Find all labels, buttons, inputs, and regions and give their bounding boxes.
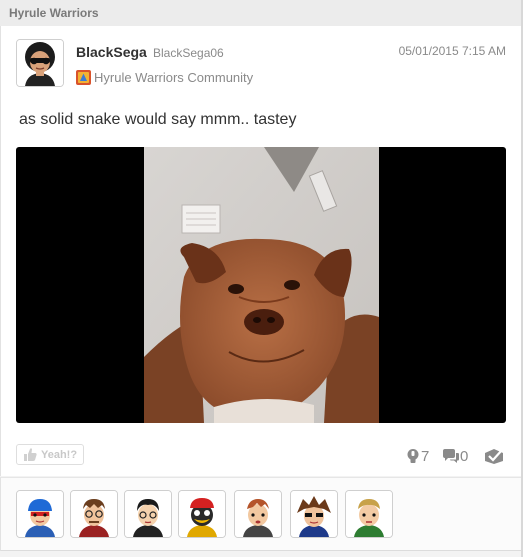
yeah-givers-strip bbox=[0, 477, 522, 551]
yeah-giver-avatar[interactable] bbox=[290, 490, 338, 538]
spoiler-toggle[interactable] bbox=[483, 447, 505, 465]
speech-bubble-icon bbox=[443, 449, 459, 463]
comment-count[interactable]: 0 bbox=[442, 447, 468, 465]
mii-avatar-icon bbox=[17, 40, 63, 86]
mii-avatar-icon bbox=[235, 491, 281, 537]
post-timestamp[interactable]: 05/01/2015 7:15 AM bbox=[399, 44, 506, 58]
yeah-button-label: Yeah!? bbox=[41, 448, 78, 461]
hand-icon bbox=[407, 449, 419, 463]
community-icon bbox=[76, 69, 91, 85]
post-screenshot[interactable] bbox=[16, 147, 506, 423]
yeah-giver-avatar[interactable] bbox=[178, 490, 226, 538]
community-name: Hyrule Warriors Community bbox=[94, 69, 254, 85]
community-link[interactable]: Hyrule Warriors Community bbox=[76, 68, 253, 86]
mii-avatar-icon bbox=[179, 491, 225, 537]
mii-avatar-icon bbox=[125, 491, 171, 537]
yeah-count-value: 7 bbox=[421, 447, 430, 465]
yeah-giver-avatar[interactable] bbox=[70, 490, 118, 538]
header-title[interactable]: Hyrule Warriors bbox=[9, 6, 99, 20]
mii-avatar-icon bbox=[291, 491, 337, 537]
yeah-count[interactable]: 7 bbox=[405, 447, 429, 465]
yeah-button[interactable]: Yeah!? bbox=[16, 444, 85, 465]
mii-avatar-icon bbox=[346, 491, 392, 537]
yeah-giver-avatar[interactable] bbox=[345, 490, 393, 538]
check-box-icon bbox=[485, 449, 503, 464]
post-card: BlackSega BlackSega06 05/01/2015 7:15 AM… bbox=[0, 26, 522, 476]
yeah-giver-avatar[interactable] bbox=[16, 490, 64, 538]
yeah-giver-avatar[interactable] bbox=[234, 490, 282, 538]
user-display-name[interactable]: BlackSega bbox=[76, 44, 147, 60]
yeah-hand-icon bbox=[24, 447, 37, 461]
mii-avatar-icon bbox=[17, 491, 63, 537]
mii-avatar-icon bbox=[71, 491, 117, 537]
post-body: as solid snake would say mmm.. tastey bbox=[19, 111, 297, 128]
community-header: Hyrule Warriors bbox=[0, 0, 521, 27]
user-avatar[interactable] bbox=[16, 39, 64, 87]
comment-count-value: 0 bbox=[460, 447, 469, 465]
user-id[interactable]: BlackSega06 bbox=[153, 46, 224, 60]
yeah-giver-avatar[interactable] bbox=[124, 490, 172, 538]
dog-photo bbox=[144, 147, 379, 423]
